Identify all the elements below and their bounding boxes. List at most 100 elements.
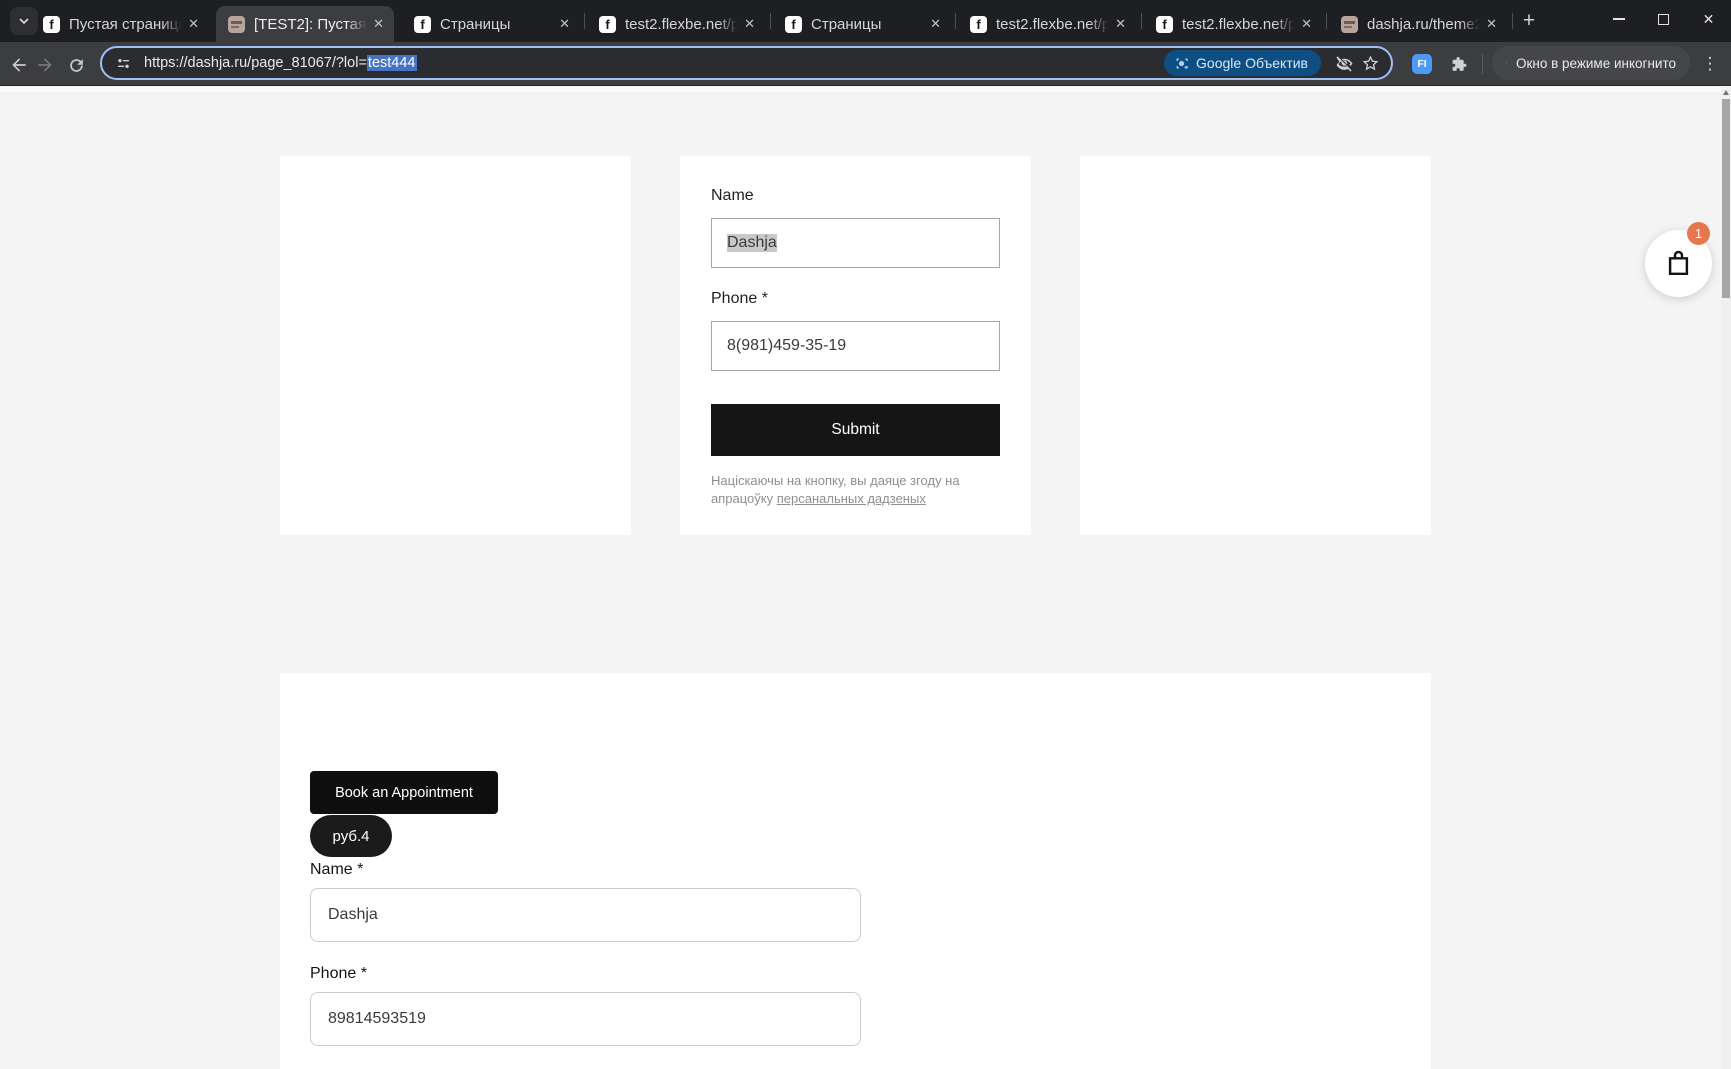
tab-5[interactable]: f Страницы ✕: [773, 6, 951, 42]
tab-title: Пустая страница: [69, 16, 182, 33]
site-favicon-icon: [1341, 16, 1358, 33]
url-prefix: https://dashja.ru/page_81067/?lol=: [144, 55, 367, 71]
incognito-label: Окно в режиме инкогнито: [1516, 56, 1676, 71]
flexbe-favicon-icon: f: [599, 16, 616, 33]
chevron-down-icon: [18, 15, 30, 27]
close-tab-icon[interactable]: ✕: [559, 16, 570, 32]
phone-input[interactable]: 89814593519: [310, 992, 861, 1046]
tab-title: Страницы: [440, 16, 553, 33]
close-tab-icon[interactable]: ✕: [930, 16, 941, 32]
tab-6[interactable]: f test2.flexbe.net/proje ✕: [958, 6, 1136, 42]
forward-arrow-icon: [35, 55, 55, 75]
page-viewport: Name Dashja Phone * 8(981)459-35-19 Subm…: [0, 87, 1731, 1069]
site-favicon-icon: [228, 16, 245, 33]
vertical-scrollbar[interactable]: [1721, 87, 1731, 1069]
eye-slash-icon: [1335, 54, 1354, 73]
extensions-button[interactable]: [1447, 53, 1469, 75]
shopping-bag-icon: [1663, 248, 1694, 279]
phone-input[interactable]: 8(981)459-35-19: [711, 321, 1000, 371]
browser-menu-button[interactable]: ⋮: [1697, 51, 1723, 77]
tab-7[interactable]: f test2.flexbe.net/proje ✕: [1144, 6, 1322, 42]
flexbe-favicon-icon: f: [43, 16, 60, 33]
submit-button[interactable]: Submit: [711, 404, 1000, 456]
close-tab-icon[interactable]: ✕: [1301, 16, 1312, 32]
scrollbar-thumb[interactable]: [1722, 99, 1730, 298]
tab-separator: [1141, 13, 1142, 29]
password-eye-button[interactable]: [1331, 50, 1357, 76]
tab-title: dashja.ru/theme2/?lol: [1367, 16, 1480, 33]
tab-3[interactable]: f Страницы ✕: [402, 6, 580, 42]
flexbe-extension-icon[interactable]: FI: [1412, 54, 1432, 74]
scroll-up-arrow-icon[interactable]: [1723, 90, 1729, 95]
google-lens-button[interactable]: Google Объектив: [1164, 50, 1321, 76]
close-tab-icon[interactable]: ✕: [1115, 16, 1126, 32]
cart-count-badge: 1: [1687, 222, 1710, 245]
name-label: Name *: [310, 861, 363, 879]
phone-input-value: 8(981)459-35-19: [727, 337, 846, 355]
site-settings-icon: [115, 55, 132, 72]
back-button[interactable]: [6, 52, 32, 78]
url-selected-text: test444: [367, 55, 417, 71]
appointment-form-card: Name Dashja Phone * 8(981)459-35-19 Subm…: [680, 156, 1031, 535]
booking-section: Book an Appointment руб.4 Name * Dashja …: [280, 673, 1431, 1069]
flexbe-favicon-icon: f: [785, 16, 802, 33]
name-input[interactable]: Dashja: [310, 888, 861, 942]
reload-icon: [67, 56, 86, 75]
new-tab-button[interactable]: +: [1516, 9, 1542, 35]
reload-button[interactable]: [63, 52, 89, 78]
flexbe-favicon-icon: f: [970, 16, 987, 33]
close-tab-icon[interactable]: ✕: [373, 16, 384, 32]
tab-separator: [1326, 13, 1327, 29]
tab-separator: [1512, 13, 1513, 29]
tab-8[interactable]: dashja.ru/theme2/?lol ✕: [1329, 6, 1507, 42]
tab-title: test2.flexbe.net/proje: [996, 16, 1109, 33]
flexbe-favicon-icon: f: [1156, 16, 1173, 33]
tab-separator: [584, 13, 585, 29]
phone-label: Phone *: [711, 290, 1000, 308]
empty-card-left: [280, 156, 631, 535]
page-top-strip: [0, 87, 1731, 92]
empty-card-right: [1080, 156, 1431, 535]
close-window-button[interactable]: ✕: [1686, 0, 1731, 38]
incognito-badge: Окно в режиме инкогнито: [1492, 46, 1690, 80]
star-icon: [1361, 54, 1380, 73]
phone-input-value: 89814593519: [328, 1010, 426, 1028]
tab-1[interactable]: f Пустая страница ✕: [31, 6, 209, 42]
tab-strip: f Пустая страница ✕ [TEST2]: Пустая стра…: [0, 0, 1731, 42]
cart-button[interactable]: 1: [1645, 230, 1712, 297]
address-bar[interactable]: https://dashja.ru/page_81067/?lol=test44…: [100, 46, 1393, 80]
incognito-icon: [1506, 54, 1507, 72]
flexbe-favicon-icon: f: [414, 16, 431, 33]
personal-data-link[interactable]: персанальных дадзеных: [777, 491, 926, 506]
browser-toolbar: https://dashja.ru/page_81067/?lol=test44…: [0, 42, 1731, 86]
puzzle-icon: [1449, 55, 1468, 74]
phone-label: Phone *: [310, 965, 367, 983]
google-lens-label: Google Объектив: [1196, 55, 1308, 71]
maximize-button[interactable]: [1641, 0, 1686, 38]
name-input-value: Dashja: [328, 906, 378, 924]
url-text[interactable]: https://dashja.ru/page_81067/?lol=test44…: [144, 55, 1164, 71]
google-lens-icon: [1174, 56, 1189, 71]
bookmark-star-button[interactable]: [1357, 50, 1383, 76]
close-tab-icon[interactable]: ✕: [188, 16, 199, 32]
tab-title: Страницы: [811, 16, 924, 33]
name-input[interactable]: Dashja: [711, 218, 1000, 268]
price-badge: руб.4: [310, 815, 392, 857]
forward-button[interactable]: [32, 52, 58, 78]
back-arrow-icon: [9, 55, 29, 75]
name-label: Name: [711, 187, 1000, 205]
tab-title: test2.flexbe.net/proje: [1182, 16, 1295, 33]
minimize-button[interactable]: [1596, 0, 1641, 38]
tab-title: test2.flexbe.net/proje: [625, 16, 738, 33]
name-input-value: Dashja: [727, 234, 777, 252]
tab-title: [TEST2]: Пустая стран: [254, 16, 367, 33]
close-tab-icon[interactable]: ✕: [1486, 16, 1497, 32]
book-appointment-button[interactable]: Book an Appointment: [310, 771, 498, 814]
tab-separator: [770, 13, 771, 29]
tab-2-active[interactable]: [TEST2]: Пустая стран ✕: [216, 6, 394, 42]
tab-separator: [955, 13, 956, 29]
tab-4[interactable]: f test2.flexbe.net/proje ✕: [587, 6, 765, 42]
consent-text: Націскаючы на кнопку, вы даяце згоду на …: [711, 472, 1000, 507]
window-controls: ✕: [1596, 0, 1731, 38]
close-tab-icon[interactable]: ✕: [744, 16, 755, 32]
